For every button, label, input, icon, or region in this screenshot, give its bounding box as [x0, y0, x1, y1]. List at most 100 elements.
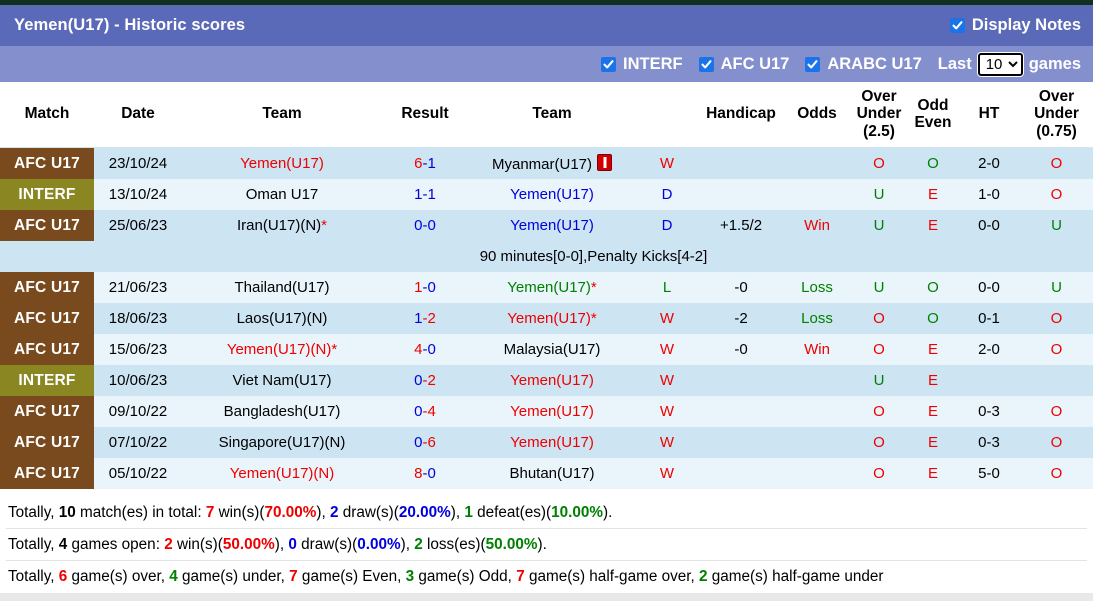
col-handicap[interactable]: Handicap [698, 82, 784, 148]
col-wdl [636, 82, 698, 148]
col-ht[interactable]: HT [958, 82, 1020, 148]
cell-home-team[interactable]: Yemen(U17)(N) [182, 458, 382, 489]
cell-over-under-25: O [850, 334, 908, 365]
interf-checkbox[interactable] [601, 57, 616, 72]
cell-home-team[interactable]: Singapore(U17)(N) [182, 427, 382, 458]
cell-odd-even: E [908, 458, 958, 489]
table-row[interactable]: AFC U1723/10/24Yemen(U17)6-1Myanmar(U17)… [0, 148, 1093, 180]
cell-league[interactable]: AFC U17 [0, 272, 94, 303]
cell-away-team[interactable]: Yemen(U17) [468, 210, 636, 241]
cell-away-team[interactable]: Malaysia(U17) [468, 334, 636, 365]
cell-league[interactable]: INTERF [0, 179, 94, 210]
games-count-select[interactable]: 10203050 [978, 53, 1023, 76]
table-row[interactable]: AFC U1718/06/23Laos(U17)(N)1-2Yemen(U17)… [0, 303, 1093, 334]
cell-home-team[interactable]: Laos(U17)(N) [182, 303, 382, 334]
cell-league[interactable]: INTERF [0, 365, 94, 396]
cell-away-team[interactable]: Yemen(U17) [468, 365, 636, 396]
s1-draws-pct: 20.00% [399, 504, 451, 521]
col-home-team[interactable]: Team [182, 82, 382, 148]
s1-defeats-pct: 10.00% [551, 504, 603, 521]
s3-half-over: 7 [516, 568, 525, 585]
col-date[interactable]: Date [94, 82, 182, 148]
cell-result[interactable]: 1-2 [382, 303, 468, 334]
col-match[interactable]: Match [0, 82, 94, 148]
cell-ht: 2-0 [958, 148, 1020, 180]
cell-date: 10/06/23 [94, 365, 182, 396]
cell-league[interactable]: AFC U17 [0, 148, 94, 180]
table-row[interactable]: AFC U1707/10/22Singapore(U17)(N)0-6Yemen… [0, 427, 1093, 458]
filter-afc-u17[interactable]: AFC U17 [699, 55, 790, 74]
cell-away-team[interactable]: Yemen(U17)* [468, 303, 636, 334]
table-row[interactable]: AFC U1715/06/23Yemen(U17)(N)*4-0Malaysia… [0, 334, 1093, 365]
cell-wdl: W [636, 427, 698, 458]
cell-away-team[interactable]: Yemen(U17) [468, 179, 636, 210]
summary-section: Totally, 10 match(es) in total: 7 win(s)… [0, 489, 1093, 592]
col-away-team[interactable]: Team [468, 82, 636, 148]
games-label: games [1029, 55, 1081, 74]
display-notes-label: Display Notes [972, 16, 1081, 35]
table-row[interactable]: AFC U1709/10/22Bangladesh(U17)0-4Yemen(U… [0, 396, 1093, 427]
afc-u17-checkbox[interactable] [699, 57, 714, 72]
cell-over-under-25: O [850, 148, 908, 180]
cell-away-team[interactable]: Myanmar(U17) [468, 148, 636, 180]
cell-date: 18/06/23 [94, 303, 182, 334]
col-odd-even[interactable]: OddEven [908, 82, 958, 148]
cell-home-team[interactable]: Yemen(U17)(N)* [182, 334, 382, 365]
cell-odd-even: E [908, 334, 958, 365]
cell-league[interactable]: AFC U17 [0, 458, 94, 489]
cell-result[interactable]: 0-6 [382, 427, 468, 458]
cell-result[interactable]: 0-2 [382, 365, 468, 396]
col-over-under-075[interactable]: OverUnder(0.75) [1020, 82, 1093, 148]
s2-losses-text: loss(es)( [423, 536, 486, 553]
table-row[interactable]: INTERF10/06/23Viet Nam(U17)0-2Yemen(U17)… [0, 365, 1093, 396]
cell-result[interactable]: 1-1 [382, 179, 468, 210]
display-notes-checkbox[interactable] [950, 18, 965, 33]
cell-result[interactable]: 0-0 [382, 210, 468, 241]
filter-interf[interactable]: INTERF [601, 55, 683, 74]
cell-league[interactable]: AFC U17 [0, 303, 94, 334]
cell-result[interactable]: 6-1 [382, 148, 468, 180]
cell-away-team[interactable]: Yemen(U17) [468, 396, 636, 427]
cell-odd-even: E [908, 427, 958, 458]
cell-home-team[interactable]: Yemen(U17) [182, 148, 382, 180]
cell-odd-even: O [908, 303, 958, 334]
table-row[interactable]: AFC U1721/06/23Thailand(U17)1-0Yemen(U17… [0, 272, 1093, 303]
cell-wdl: D [636, 179, 698, 210]
cell-wdl: W [636, 458, 698, 489]
s2-mid3: ), [401, 536, 415, 553]
s1-defeats-text: defeat(es)( [473, 504, 551, 521]
s2-wins: 2 [164, 536, 173, 553]
summary-line-goals: Totally, 6 game(s) over, 4 game(s) under… [6, 561, 1087, 592]
s1-mid2: ), [316, 504, 330, 521]
cell-result[interactable]: 1-0 [382, 272, 468, 303]
col-odds[interactable]: Odds [784, 82, 850, 148]
table-row[interactable]: AFC U1705/10/22Yemen(U17)(N)8-0Bhutan(U1… [0, 458, 1093, 489]
cell-away-team[interactable]: Yemen(U17)* [468, 272, 636, 303]
cell-home-team[interactable]: Iran(U17)(N)* [182, 210, 382, 241]
cell-result[interactable]: 0-4 [382, 396, 468, 427]
s3-over: 6 [59, 568, 68, 585]
cell-over-under-25: O [850, 427, 908, 458]
cell-league[interactable]: AFC U17 [0, 210, 94, 241]
col-result[interactable]: Result [382, 82, 468, 148]
s1-draws-text: draw(s)( [339, 504, 399, 521]
table-row[interactable]: INTERF13/10/24Oman U171-1Yemen(U17)DUE1-… [0, 179, 1093, 210]
cell-home-team[interactable]: Viet Nam(U17) [182, 365, 382, 396]
col-over-under-25[interactable]: OverUnder(2.5) [850, 82, 908, 148]
cell-home-team[interactable]: Thailand(U17) [182, 272, 382, 303]
cell-league[interactable]: AFC U17 [0, 396, 94, 427]
title-bar: Yemen(U17) - Historic scores Display Not… [0, 5, 1093, 46]
cell-league[interactable]: AFC U17 [0, 334, 94, 365]
arabc-u17-checkbox[interactable] [805, 57, 820, 72]
cell-result[interactable]: 8-0 [382, 458, 468, 489]
display-notes-toggle[interactable]: Display Notes [950, 16, 1081, 35]
table-row[interactable]: AFC U1725/06/23Iran(U17)(N)*0-0Yemen(U17… [0, 210, 1093, 241]
filter-arabc-u17[interactable]: ARABC U17 [805, 55, 921, 74]
cell-odds: Win [784, 210, 850, 241]
cell-away-team[interactable]: Yemen(U17) [468, 427, 636, 458]
cell-result[interactable]: 4-0 [382, 334, 468, 365]
cell-league[interactable]: AFC U17 [0, 427, 94, 458]
cell-home-team[interactable]: Bangladesh(U17) [182, 396, 382, 427]
cell-away-team[interactable]: Bhutan(U17) [468, 458, 636, 489]
cell-home-team[interactable]: Oman U17 [182, 179, 382, 210]
